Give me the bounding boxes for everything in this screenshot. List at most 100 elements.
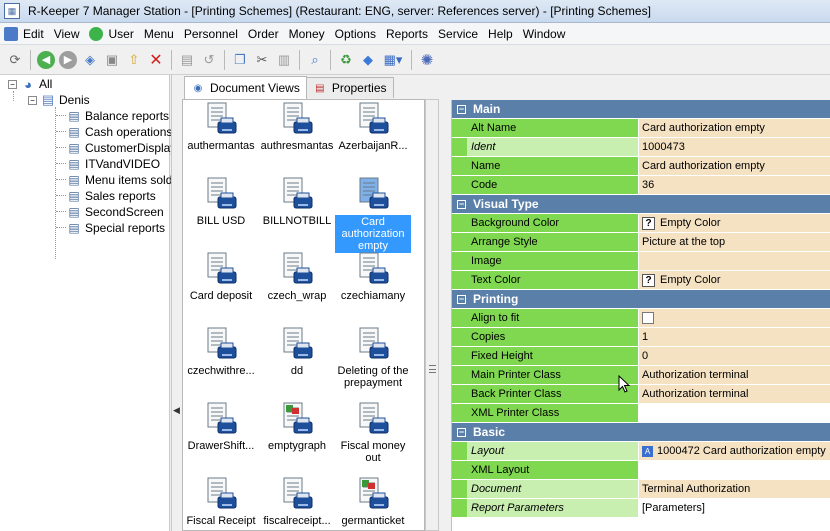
document-item[interactable]: BILL USD — [183, 177, 259, 227]
document-item[interactable]: czechwithre... — [183, 327, 259, 377]
document-item[interactable]: czech_wrap — [259, 252, 335, 302]
property-row[interactable]: Align to fit — [452, 309, 830, 328]
collapse-toggle[interactable]: − — [457, 104, 466, 114]
property-value[interactable]: ? Empty Color — [639, 214, 830, 232]
menu-reports[interactable]: Reports — [381, 24, 433, 44]
property-value[interactable] — [639, 309, 830, 327]
collapse-toggle[interactable]: − — [457, 427, 466, 437]
tree-item[interactable]: ▤ ITVandVIDEO — [66, 156, 160, 172]
collapse-toggle[interactable]: − — [28, 95, 37, 105]
property-value[interactable]: 1000473 — [639, 138, 830, 156]
property-value[interactable]: Authorization terminal — [639, 385, 830, 403]
forward-icon[interactable]: ▶ — [59, 50, 77, 69]
back-icon[interactable]: ◀ — [37, 50, 55, 69]
menu-edit[interactable]: Edit — [0, 24, 49, 44]
menu-service[interactable]: Service — [433, 24, 483, 44]
panel-splitter[interactable]: ◀ — [171, 75, 181, 531]
property-value[interactable] — [639, 252, 830, 270]
property-value[interactable]: Card authorization empty — [639, 119, 830, 137]
property-row[interactable]: Name Card authorization empty — [452, 157, 830, 176]
document-item[interactable]: Card authorization empty — [335, 177, 411, 253]
document-item[interactable]: Card deposit — [183, 252, 259, 302]
property-row[interactable]: Layout A 1000472 Card authorization empty — [452, 442, 830, 461]
refresh-icon[interactable]: ⟳ — [6, 51, 24, 69]
collapse-toggle[interactable]: − — [8, 79, 17, 89]
save-icon[interactable]: ▣ — [103, 51, 121, 69]
collapse-toggle[interactable]: − — [457, 199, 466, 209]
document-item[interactable]: fiscalreceipt... — [259, 477, 335, 527]
category-printing[interactable]: − Printing — [452, 290, 830, 309]
document-item[interactable]: Deleting of the prepayment — [335, 327, 411, 389]
document-item[interactable]: dd — [259, 327, 335, 377]
color-picker-icon[interactable]: ? — [642, 216, 655, 230]
property-value[interactable]: Terminal Authorization — [639, 480, 830, 498]
property-row[interactable]: Main Printer Class Authorization terminal — [452, 366, 830, 385]
menu-window[interactable]: Window — [518, 24, 571, 44]
menu-user[interactable]: User — [84, 24, 138, 44]
tab-document-views[interactable]: ◉ Document Views — [184, 76, 307, 99]
undo-icon[interactable]: ↺ — [200, 51, 218, 69]
document-item[interactable]: BILLNOTBILL — [259, 177, 335, 227]
property-row[interactable]: XML Layout — [452, 461, 830, 480]
property-value[interactable]: A 1000472 Card authorization empty — [639, 442, 830, 460]
property-value[interactable]: [Parameters] — [639, 499, 830, 517]
menu-options[interactable]: Options — [330, 24, 381, 44]
document-item[interactable]: authresmantas — [259, 102, 335, 152]
property-row[interactable]: Document Terminal Authorization — [452, 480, 830, 499]
tree-item[interactable]: ▤ Special reports — [66, 220, 165, 236]
property-row[interactable]: Image — [452, 252, 830, 271]
property-value[interactable]: Card authorization empty — [639, 157, 830, 175]
property-value[interactable] — [639, 404, 830, 422]
document-item[interactable]: authermantas — [183, 102, 259, 152]
document-item[interactable]: emptygraph — [259, 402, 335, 452]
recycle-icon[interactable]: ♻ — [337, 51, 355, 69]
document-item[interactable]: AzerbaijanR... — [335, 102, 411, 152]
tree-item[interactable]: ▤ Balance reports — [66, 108, 169, 124]
tree-node-all[interactable]: − ◕ All — [8, 76, 52, 92]
tree-item[interactable]: ▤ SecondScreen — [66, 204, 163, 220]
property-row[interactable]: Back Printer Class Authorization terminal — [452, 385, 830, 404]
category-main[interactable]: − Main — [452, 100, 830, 119]
property-row[interactable]: Text Color? Empty Color — [452, 271, 830, 290]
property-row[interactable]: Fixed Height 0 — [452, 347, 830, 366]
menu-personnel[interactable]: Personnel — [179, 24, 243, 44]
new-item-icon[interactable]: ◈ — [81, 51, 99, 69]
tree-item[interactable]: ▤ Menu items sold — [66, 172, 172, 188]
property-row[interactable]: Report Parameters [Parameters] — [452, 499, 830, 518]
menu-view[interactable]: View — [49, 24, 85, 44]
find-icon[interactable]: ⌕ — [306, 51, 324, 69]
layout-dropdown-icon[interactable]: ▦▾ — [381, 51, 405, 69]
property-row[interactable]: Arrange Style Picture at the top — [452, 233, 830, 252]
settings-icon[interactable]: ✺ — [418, 51, 436, 69]
color-picker-icon[interactable]: ? — [642, 273, 655, 287]
property-value[interactable]: 36 — [639, 176, 830, 194]
tree-item[interactable]: ▤ CustomerDisplay — [66, 140, 176, 156]
property-row[interactable]: Background Color? Empty Color — [452, 214, 830, 233]
property-value[interactable]: 1 — [639, 328, 830, 346]
cut-icon[interactable]: ✂ — [253, 51, 271, 69]
property-row[interactable]: Alt Name Card authorization empty — [452, 119, 830, 138]
document-item[interactable]: germanticket — [335, 477, 411, 527]
property-row[interactable]: Code 36 — [452, 176, 830, 195]
property-value[interactable]: ? Empty Color — [639, 271, 830, 289]
property-row[interactable]: XML Printer Class — [452, 404, 830, 423]
menu-help[interactable]: Help — [483, 24, 518, 44]
property-value[interactable] — [639, 461, 830, 479]
category-basic[interactable]: − Basic — [452, 423, 830, 442]
paste-icon[interactable]: ▥ — [275, 51, 293, 69]
property-value[interactable]: 0 — [639, 347, 830, 365]
disk-icon[interactable]: ▤ — [178, 51, 196, 69]
document-item[interactable]: Fiscal money out — [335, 402, 411, 464]
document-item[interactable]: DrawerShift... — [183, 402, 259, 452]
shapes-icon[interactable]: ◆ — [359, 51, 377, 69]
category-visual[interactable]: − Visual Type — [452, 195, 830, 214]
align-to-fit-checkbox[interactable] — [642, 312, 654, 324]
menu-menu[interactable]: Menu — [139, 24, 179, 44]
document-item[interactable]: czechiamany — [335, 252, 411, 302]
collapse-left-icon[interactable]: ◀ — [173, 405, 180, 416]
delete-icon[interactable]: ✕ — [147, 51, 165, 69]
collapse-toggle[interactable]: − — [457, 294, 466, 304]
property-value[interactable]: Authorization terminal — [639, 366, 830, 384]
property-row[interactable]: Copies 1 — [452, 328, 830, 347]
menu-order[interactable]: Order — [243, 24, 284, 44]
